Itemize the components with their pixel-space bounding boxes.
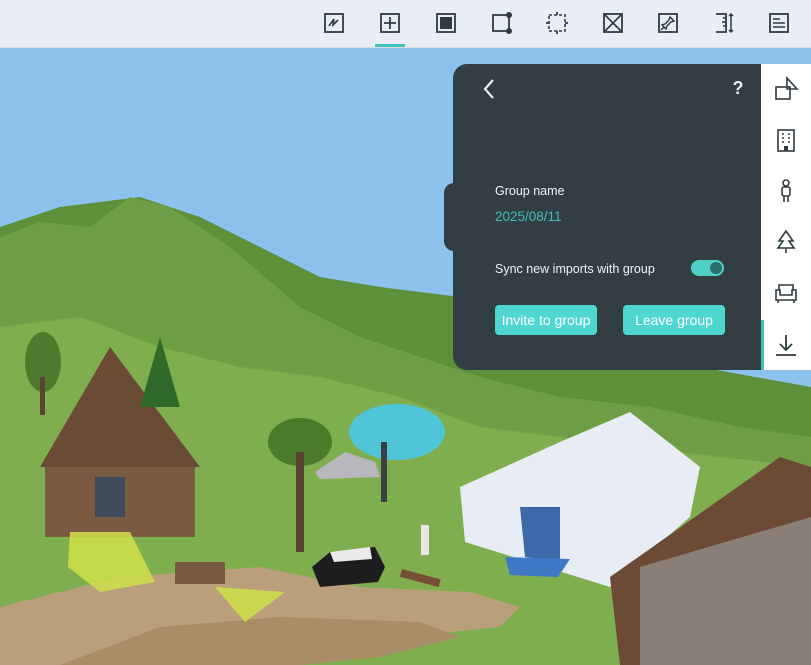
add-tool-icon xyxy=(380,13,400,33)
chevron-left-icon xyxy=(483,79,494,99)
measure-tool-button[interactable] xyxy=(710,9,738,37)
back-button[interactable] xyxy=(478,76,500,102)
category-sidebar xyxy=(761,64,811,370)
group-name-value[interactable]: 2025/08/11 xyxy=(495,209,562,224)
armchair-icon xyxy=(775,284,797,303)
sketch-tool-button[interactable] xyxy=(320,9,348,37)
shapes-icon xyxy=(775,76,799,100)
document-tool-button[interactable] xyxy=(765,9,793,37)
toggle-knob xyxy=(710,262,722,274)
tree-icon xyxy=(776,229,796,253)
delete-box-tool-icon xyxy=(603,13,623,33)
sidebar-item-nature[interactable] xyxy=(761,217,811,267)
leave-group-button[interactable]: Leave group xyxy=(623,305,725,335)
group-name-label: Group name xyxy=(495,184,565,198)
sidebar-item-furniture[interactable] xyxy=(761,268,811,318)
person-icon xyxy=(781,179,791,202)
sketch-tool-icon xyxy=(324,13,344,33)
sidebar-item-buildings[interactable] xyxy=(761,115,811,165)
node-select-tool-icon xyxy=(492,12,512,34)
add-tool-button[interactable] xyxy=(376,9,404,37)
pin-tool-icon xyxy=(658,13,678,33)
active-tool-indicator xyxy=(375,44,405,47)
top-toolbar xyxy=(0,0,811,48)
sidebar-item-shapes[interactable] xyxy=(761,64,811,114)
download-icon xyxy=(776,335,796,356)
pin-tool-button[interactable] xyxy=(654,9,682,37)
sidebar-item-people[interactable] xyxy=(761,166,811,216)
help-button[interactable]: ? xyxy=(728,78,748,102)
sidebar-item-import[interactable] xyxy=(761,320,811,370)
building-icon xyxy=(777,129,795,152)
document-tool-icon xyxy=(769,13,789,33)
delete-box-tool-button[interactable] xyxy=(599,9,627,37)
fill-select-tool-button[interactable] xyxy=(432,9,460,37)
resize-tool-icon xyxy=(546,12,568,34)
fill-select-tool-icon xyxy=(436,13,456,33)
sync-imports-label: Sync new imports with group xyxy=(495,262,655,276)
node-select-tool-button[interactable] xyxy=(488,9,516,37)
invite-to-group-button[interactable]: Invite to group xyxy=(495,305,597,335)
sync-imports-toggle[interactable] xyxy=(691,260,724,276)
measure-tool-icon xyxy=(716,12,734,34)
resize-tool-button[interactable] xyxy=(543,9,571,37)
